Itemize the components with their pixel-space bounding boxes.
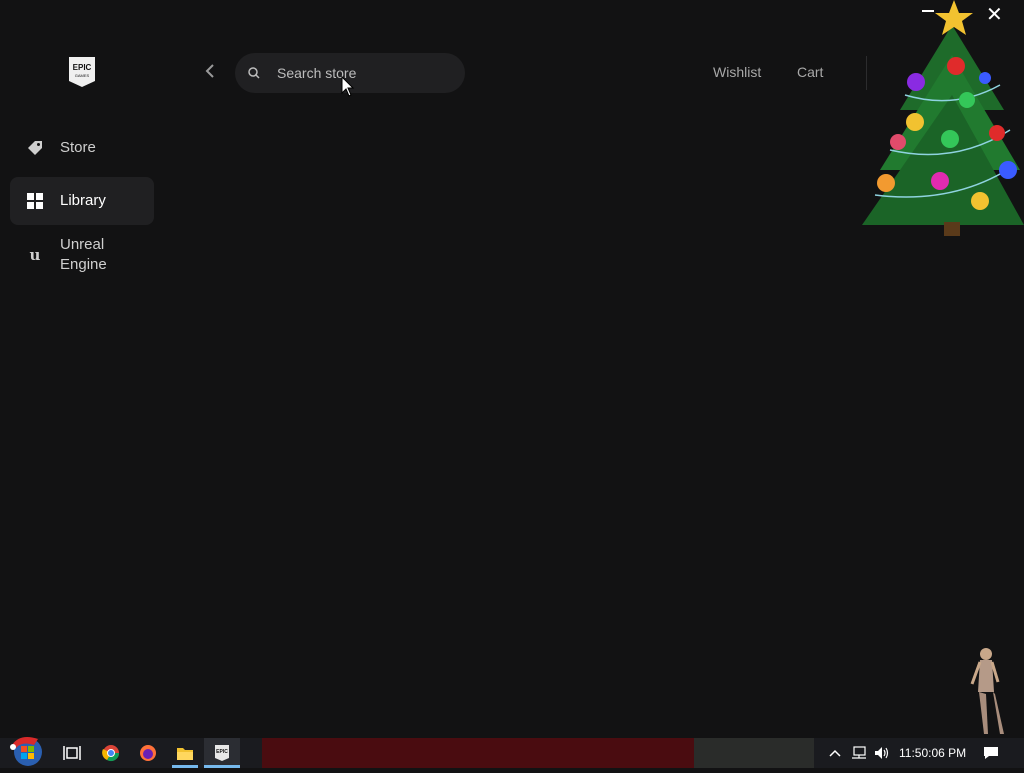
start-button[interactable] <box>8 733 46 768</box>
file-explorer-icon[interactable] <box>173 741 197 765</box>
firefox-icon[interactable] <box>136 741 160 765</box>
close-button[interactable]: ✕ <box>986 2 1003 27</box>
cart-link[interactable]: Cart <box>797 64 823 80</box>
christmas-tree-decoration <box>860 0 1024 240</box>
chevron-left-icon <box>205 63 215 83</box>
svg-text:u: u <box>30 246 41 264</box>
task-view-icon[interactable] <box>60 741 84 765</box>
search-icon <box>248 66 262 80</box>
unreal-icon: u <box>26 246 44 264</box>
grid-icon <box>26 192 44 210</box>
sidebar-item-label: Library <box>60 192 106 209</box>
svg-text:GAMES: GAMES <box>75 73 90 78</box>
chrome-icon[interactable] <box>99 741 123 765</box>
back-button[interactable] <box>200 63 220 83</box>
minimize-button[interactable] <box>922 10 934 12</box>
wishlist-link[interactable]: Wishlist <box>713 64 761 80</box>
sidebar-item-library[interactable]: Library <box>10 177 154 225</box>
volume-icon[interactable] <box>873 744 891 762</box>
epic-games-icon[interactable]: EPIC <box>210 741 234 765</box>
network-icon[interactable] <box>850 744 868 762</box>
taskbar-clock[interactable]: 11:50:06 PM <box>899 746 966 760</box>
sidebar-item-label: Unreal Engine <box>60 236 107 273</box>
taskbar-background-art <box>262 738 694 768</box>
chevron-up-icon[interactable] <box>826 744 844 762</box>
epic-games-logo[interactable]: EPIC GAMES <box>68 56 96 88</box>
sidebar-item-unreal-engine[interactable]: u Unreal Engine <box>10 232 154 278</box>
mouse-cursor <box>341 75 355 98</box>
svg-text:EPIC: EPIC <box>73 63 92 72</box>
sidebar-item-label: Store <box>60 139 96 156</box>
tag-icon <box>26 139 44 157</box>
sidebar-item-store[interactable]: Store <box>10 128 154 168</box>
taskbar-background-art <box>694 738 814 768</box>
svg-text:EPIC: EPIC <box>216 749 228 755</box>
search-input[interactable] <box>275 64 449 82</box>
character-decoration <box>964 644 1008 740</box>
notifications-icon[interactable] <box>982 744 1000 762</box>
